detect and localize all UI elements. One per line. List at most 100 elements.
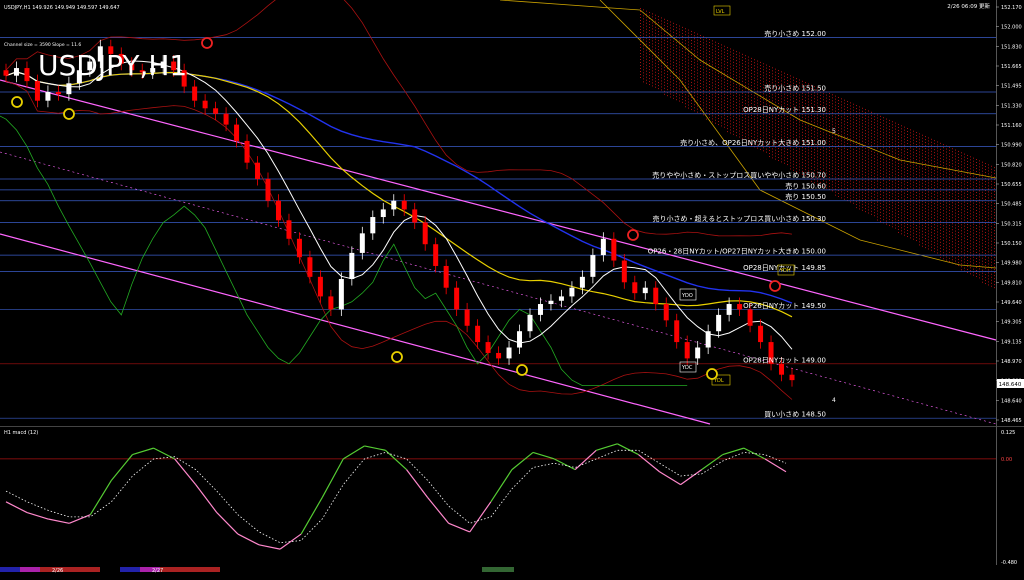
cloud-dot xyxy=(943,213,944,215)
cloud-dot xyxy=(841,98,842,100)
cloud-dot xyxy=(943,219,944,221)
cloud-dot xyxy=(892,193,893,195)
cloud-dot xyxy=(847,155,848,157)
cloud-dot xyxy=(901,191,902,193)
cloud-dot xyxy=(775,149,776,151)
cloud-dot xyxy=(676,78,677,80)
cloud-dot xyxy=(838,141,839,143)
cloud-dot xyxy=(769,131,770,133)
cloud-dot xyxy=(730,114,731,116)
cloud-dot xyxy=(952,250,953,252)
cloud-dot xyxy=(919,235,920,237)
cloud-dot xyxy=(703,51,704,53)
cloud-dot xyxy=(682,77,683,79)
cloud-dot xyxy=(844,198,845,200)
cloud-dot xyxy=(784,78,785,80)
cloud-dot xyxy=(976,237,977,239)
cloud-dot xyxy=(943,192,944,194)
cloud-dot xyxy=(832,175,833,177)
cloud-dot xyxy=(829,167,830,169)
cloud-dot xyxy=(751,114,752,116)
cloud-dot xyxy=(685,97,686,99)
cloud-dot xyxy=(730,51,731,53)
cloud-dot xyxy=(640,59,641,60)
cloud-dot xyxy=(847,188,848,190)
cloud-dot xyxy=(859,199,860,201)
cloud-dot xyxy=(721,62,722,64)
cloud-dot xyxy=(934,164,935,166)
cloud-dot xyxy=(943,165,944,167)
cloud-dot xyxy=(994,281,995,283)
cloud-dot xyxy=(856,120,857,122)
cloud-dot xyxy=(961,206,962,208)
candle-body xyxy=(548,300,554,305)
cloud-dot xyxy=(787,158,788,160)
cloud-dot xyxy=(868,209,869,211)
cloud-dot xyxy=(988,236,989,238)
cloud-dot xyxy=(994,170,995,172)
cloud-dot xyxy=(865,121,866,123)
cloud-dot xyxy=(982,218,983,220)
cloud-dot xyxy=(955,260,956,262)
cloud-dot xyxy=(640,53,641,54)
cloud-dot xyxy=(970,177,971,179)
cloud-dot xyxy=(970,171,971,173)
cloud-dot xyxy=(727,77,728,79)
cloud-dot xyxy=(793,97,794,99)
cloud-dot xyxy=(892,124,893,126)
cloud-dot xyxy=(739,112,740,114)
cloud-dot xyxy=(961,242,962,244)
cloud-dot xyxy=(961,218,962,220)
cloud-dot xyxy=(829,155,830,157)
cloud-dot xyxy=(946,166,947,168)
cloud-dot xyxy=(724,69,725,71)
cloud-dot xyxy=(892,130,893,132)
macd-tick-label: 0.00 xyxy=(1001,457,1012,463)
cloud-dot xyxy=(655,80,656,82)
cloud-dot xyxy=(919,196,920,198)
cloud-dot xyxy=(691,108,692,110)
cloud-dot xyxy=(709,87,710,89)
cloud-dot xyxy=(640,77,641,78)
chart-canvas[interactable]: 売り小さめ 152.00売り小さめ 151.50OP28日NYカット 151.3… xyxy=(0,0,1024,576)
cloud-dot xyxy=(712,85,713,87)
cloud-dot xyxy=(751,99,752,101)
cloud-dot xyxy=(949,158,950,160)
cloud-dot xyxy=(910,234,911,236)
cloud-dot xyxy=(946,187,947,189)
cloud-dot xyxy=(853,151,854,153)
cloud-dot xyxy=(961,245,962,247)
cloud-dot xyxy=(823,120,824,122)
cloud-dot xyxy=(916,195,917,197)
candle-body xyxy=(370,217,376,234)
cloud-dot xyxy=(646,22,647,24)
cloud-dot xyxy=(961,194,962,196)
cloud-dot xyxy=(871,123,872,125)
cloud-dot xyxy=(763,69,764,71)
cloud-dot xyxy=(964,228,965,230)
cloud-dot xyxy=(721,122,722,124)
cloud-dot xyxy=(991,204,992,206)
cloud-dot xyxy=(979,223,980,225)
cloud-dot xyxy=(790,150,791,152)
cloud-dot xyxy=(928,206,929,208)
cloud-dot xyxy=(949,185,950,187)
cloud-dot xyxy=(646,28,647,30)
cloud-dot xyxy=(655,62,656,64)
cloud-dot xyxy=(667,53,668,55)
cloud-dot xyxy=(955,224,956,226)
cloud-dot xyxy=(832,172,833,174)
cloud-dot xyxy=(739,133,740,135)
cloud-dot xyxy=(706,46,707,48)
cloud-dot xyxy=(925,247,926,249)
cloud-dot xyxy=(910,198,911,200)
cloud-dot xyxy=(772,100,773,102)
cloud-dot xyxy=(892,175,893,177)
cloud-dot xyxy=(646,13,647,15)
cloud-dot xyxy=(679,40,680,42)
cloud-dot xyxy=(826,160,827,162)
cloud-dot xyxy=(676,54,677,56)
cloud-dot xyxy=(748,71,749,73)
cloud-dot xyxy=(913,163,914,165)
cloud-dot xyxy=(886,130,887,132)
